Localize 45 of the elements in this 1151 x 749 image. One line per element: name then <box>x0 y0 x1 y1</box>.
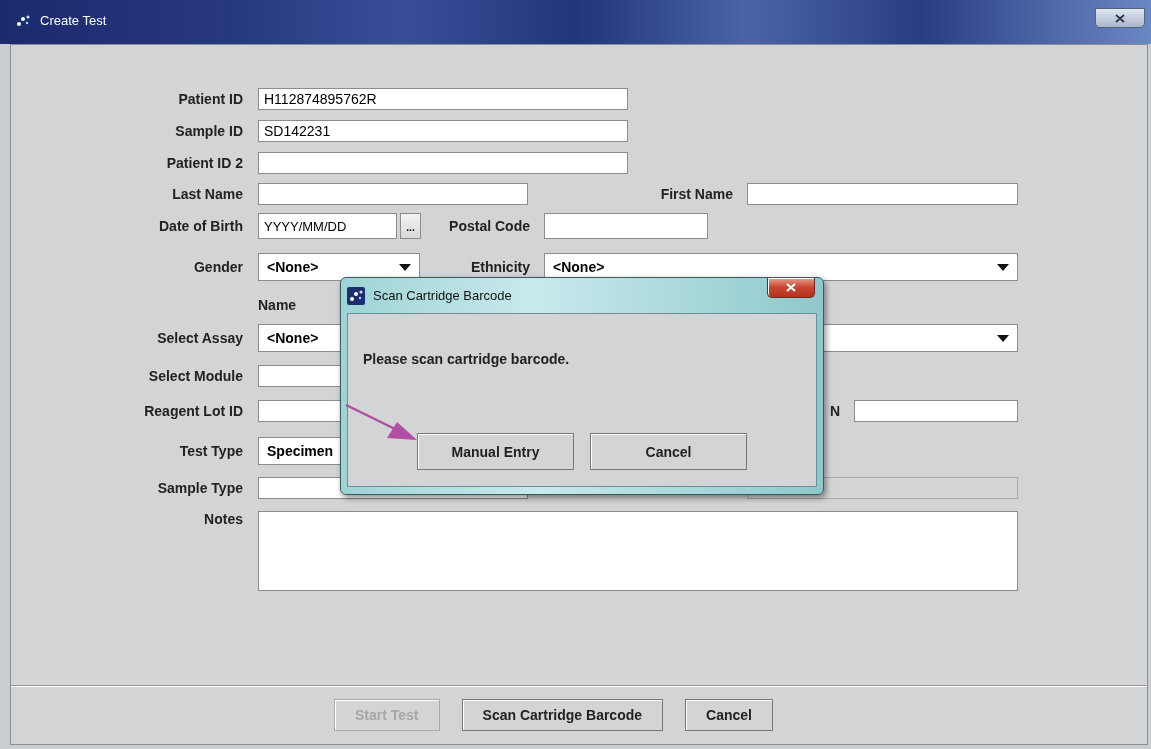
field-label: Patient ID 2 <box>165 154 243 171</box>
field-label: Patient ID <box>177 91 243 107</box>
field-label: Reagent Lot ID <box>143 403 243 419</box>
date-picker-button[interactable]: ... <box>400 213 421 239</box>
app-logo-icon <box>347 286 365 305</box>
text-field[interactable] <box>854 400 1018 422</box>
text-field[interactable] <box>258 183 528 205</box>
dialog-message: Please scan cartridge barcode. <box>363 351 571 367</box>
field-label: Test Type <box>178 443 243 459</box>
field-label: Sample Type <box>156 480 243 496</box>
text-field[interactable] <box>747 183 1018 205</box>
text-field[interactable]: H112874895762R <box>258 88 628 110</box>
field-label: Last Name <box>171 186 243 202</box>
dialog-title: Scan Cartridge Barcode <box>373 288 512 303</box>
notes-field[interactable] <box>258 511 1018 591</box>
section-label: Name <box>258 297 298 313</box>
field-label: Ethnicity <box>469 259 530 275</box>
text-field[interactable] <box>258 151 628 174</box>
dialog-button[interactable]: Cancel <box>590 433 747 470</box>
close-icon <box>786 283 796 292</box>
field-label: Date of Birth <box>158 218 243 234</box>
field-label: Select Module <box>147 368 243 384</box>
field-label: First Name <box>659 186 733 202</box>
field-label: Select Assay <box>156 330 243 346</box>
field-label: Postal Code <box>448 218 530 234</box>
field-label: N <box>828 403 840 419</box>
dropdown-arrow-icon <box>399 263 411 271</box>
dialog-button[interactable]: Manual Entry <box>417 433 574 470</box>
field-label: Sample ID <box>174 123 243 139</box>
window-title: Create Test <box>40 12 107 30</box>
close-icon <box>1115 13 1125 23</box>
text-field[interactable]: YYYY/MM/DD <box>258 213 397 239</box>
field-label: Gender <box>193 259 243 275</box>
field-label: Notes <box>203 511 243 527</box>
action-button[interactable]: Scan Cartridge Barcode <box>461 699 664 731</box>
dropdown-arrow-icon <box>997 334 1009 342</box>
pointer-arrow <box>345 404 417 442</box>
close-button[interactable] <box>767 278 815 298</box>
dropdown-arrow-icon <box>997 263 1009 271</box>
text-field[interactable]: SD142231 <box>258 120 628 142</box>
text-field[interactable] <box>544 213 708 239</box>
action-button[interactable]: Cancel <box>685 699 773 731</box>
dropdown[interactable]: <None> <box>544 253 1018 281</box>
close-button[interactable] <box>1095 8 1145 28</box>
dropdown[interactable]: <None> <box>258 253 420 281</box>
